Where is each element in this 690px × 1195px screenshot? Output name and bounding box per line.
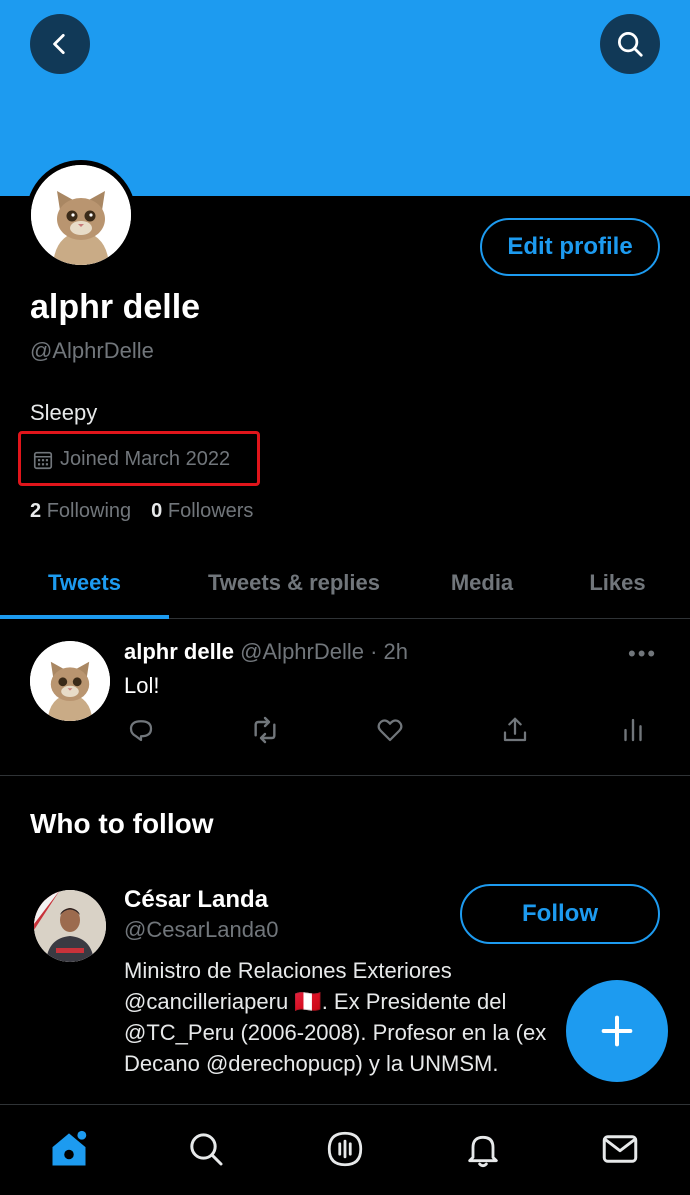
back-button[interactable]: [30, 14, 90, 74]
suggestion-bio: Ministro de Relaciones Exteriores @canci…: [124, 958, 547, 1076]
person-avatar-image: [34, 890, 106, 962]
reply-icon: [129, 720, 153, 742]
bottom-navigation: [0, 1104, 690, 1195]
cat-avatar-image: [30, 641, 110, 721]
tab-likes[interactable]: Likes: [545, 548, 690, 618]
profile-handle: @AlphrDelle: [30, 338, 154, 363]
search-icon: [618, 32, 643, 57]
search-icon: [190, 1133, 223, 1166]
reply-button[interactable]: [124, 713, 158, 747]
search-button[interactable]: [600, 14, 660, 74]
nav-notifications[interactable]: [461, 1127, 505, 1171]
joined-date: Joined March 2022: [32, 448, 230, 471]
calendar-icon: [33, 451, 53, 469]
analytics-icon: [624, 718, 642, 742]
compose-tweet-button[interactable]: [566, 980, 668, 1082]
tab-media[interactable]: Media: [419, 548, 545, 618]
profile-tabs: Tweets Tweets & replies Media Likes: [0, 548, 690, 619]
back-arrow-icon: [53, 33, 65, 55]
tweet-avatar[interactable]: [30, 641, 110, 721]
share-button[interactable]: [498, 713, 532, 747]
like-button[interactable]: [373, 713, 407, 747]
tweet-author[interactable]: alphr delle: [124, 639, 234, 664]
nav-search[interactable]: [184, 1127, 228, 1171]
share-icon: [503, 717, 527, 742]
suggestion-handle: @CesarLanda0: [124, 917, 279, 942]
suggestion-avatar[interactable]: [34, 890, 106, 962]
edit-profile-button[interactable]: Edit profile: [480, 218, 660, 276]
followers-link[interactable]: 0 Followers: [151, 500, 253, 523]
spaces-icon: [327, 1131, 363, 1167]
following-label: Following: [46, 500, 132, 522]
tab-tweets[interactable]: Tweets: [0, 548, 169, 618]
followers-count: 0: [151, 500, 163, 522]
retweet-button[interactable]: [248, 713, 282, 747]
tab-tweets-replies[interactable]: Tweets & replies: [169, 548, 419, 618]
tweet-header: alphr delle @AlphrDelle · 2h: [124, 639, 408, 665]
tweet-text: Lol!: [124, 673, 160, 698]
tweet-item[interactable]: alphr delle @AlphrDelle · 2h ••• Lol!: [0, 619, 690, 776]
mail-icon: [602, 1135, 638, 1163]
profile-bio: Sleepy: [30, 400, 98, 425]
analytics-button[interactable]: [616, 713, 650, 747]
who-to-follow-title: Who to follow: [30, 808, 214, 839]
profile-stats: 2 Following 0 Followers: [30, 500, 253, 523]
following-count: 2: [30, 500, 42, 522]
cat-avatar-image: [31, 165, 131, 265]
nav-spaces[interactable]: [323, 1127, 367, 1171]
followers-label: Followers: [167, 500, 254, 522]
home-icon: [52, 1130, 87, 1166]
more-options-icon[interactable]: •••: [628, 641, 657, 667]
following-link[interactable]: 2 Following: [30, 500, 131, 523]
bell-icon: [468, 1135, 498, 1168]
profile-avatar[interactable]: [26, 160, 136, 270]
nav-home[interactable]: [47, 1127, 91, 1171]
retweet-icon: [254, 716, 276, 744]
suggestion-name[interactable]: César Landa: [124, 886, 268, 914]
tweet-meta: @AlphrDelle · 2h: [240, 639, 409, 664]
heart-icon: [377, 719, 403, 742]
follow-button[interactable]: Follow: [460, 884, 660, 944]
joined-text: Joined March 2022: [60, 448, 231, 470]
plus-icon: [601, 1015, 633, 1047]
profile-name: alphr delle: [30, 288, 201, 326]
nav-messages[interactable]: [598, 1127, 642, 1171]
